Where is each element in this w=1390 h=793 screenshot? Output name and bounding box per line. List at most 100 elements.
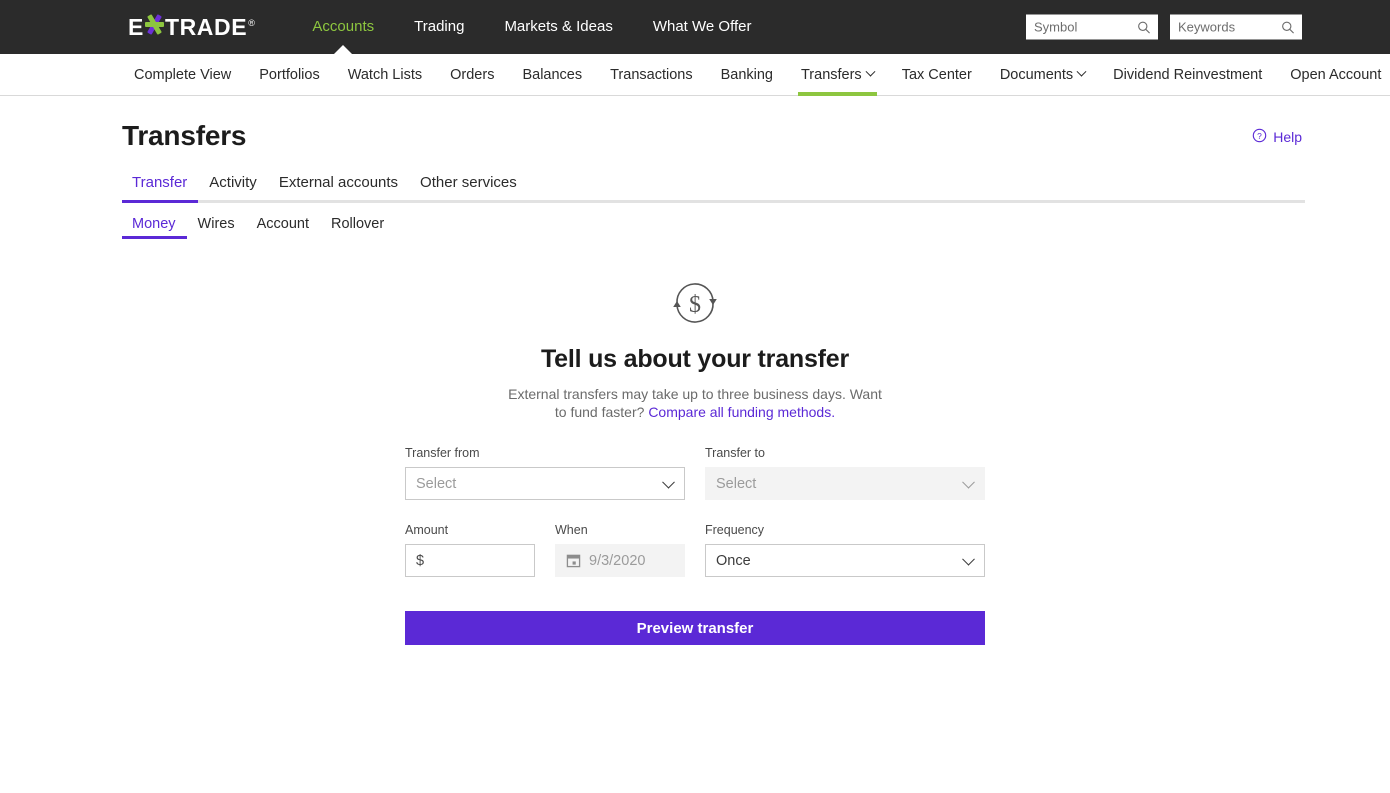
topnav-item-trading[interactable]: Trading	[394, 0, 484, 54]
subnav-label: Transfers	[801, 67, 862, 83]
when-field: When 9/3/2020	[555, 523, 685, 577]
subnav-item-balances[interactable]: Balances	[508, 54, 596, 95]
subnav-label: Portfolios	[259, 67, 319, 83]
transfer-from-field: Transfer from Select	[405, 446, 685, 500]
help-link[interactable]: ? Help	[1252, 128, 1302, 146]
subnav-item-watch-lists[interactable]: Watch Lists	[334, 54, 436, 95]
subnav-item-banking[interactable]: Banking	[707, 54, 787, 95]
page-header: Transfers ? Help	[0, 120, 1390, 152]
keywords-search-input[interactable]	[1170, 15, 1302, 40]
page-title: Transfers	[122, 120, 246, 152]
when-value: 9/3/2020	[589, 553, 645, 569]
svg-text:?: ?	[1257, 131, 1262, 141]
frequency-field: Frequency Once	[705, 523, 985, 577]
dollar-prefix: $	[416, 553, 424, 569]
transfer-form: $ Tell us about your transfer External t…	[405, 239, 985, 645]
secondary-tab-row: Money Wires Account Rollover	[122, 216, 1390, 239]
subnav-label: Balances	[522, 67, 582, 83]
form-row-details: Amount $ When	[405, 523, 985, 577]
amount-field: Amount $	[405, 523, 535, 577]
topnav-label: Markets & Ideas	[504, 18, 612, 35]
primary-navigation: Accounts Trading Markets & Ideas What We…	[292, 0, 771, 54]
symbol-search-input[interactable]	[1026, 15, 1158, 40]
subnav-label: Dividend Reinvestment	[1113, 67, 1262, 83]
subnav-item-documents[interactable]: Documents	[986, 54, 1099, 95]
subnav-label: Complete View	[134, 67, 231, 83]
tab-other-services[interactable]: Other services	[409, 174, 528, 200]
topnav-item-markets-ideas[interactable]: Markets & Ideas	[484, 0, 632, 54]
subnav-label: Transactions	[610, 67, 692, 83]
when-date-input[interactable]: 9/3/2020	[555, 544, 685, 577]
topnav-label: What We Offer	[653, 18, 752, 35]
transfer-from-value: Select	[416, 476, 456, 492]
help-label: Help	[1273, 129, 1302, 145]
logo-text-left: E	[128, 14, 144, 41]
tab-label: Other services	[420, 174, 517, 191]
amount-input[interactable]: $	[405, 544, 535, 577]
amount-label: Amount	[405, 523, 535, 537]
tab-label: Rollover	[331, 216, 384, 232]
global-header: ETRADE® Accounts Trading Markets & Ideas…	[0, 0, 1390, 54]
compare-funding-methods-link[interactable]: Compare all funding methods.	[648, 404, 835, 420]
tab-label: Money	[132, 216, 176, 232]
transfer-to-field: Transfer to Select	[705, 446, 985, 500]
tab-rollover[interactable]: Rollover	[320, 216, 395, 239]
svg-text:$: $	[689, 292, 701, 318]
topnav-label: Accounts	[312, 18, 374, 35]
chevron-down-icon	[962, 552, 975, 565]
topnav-item-accounts[interactable]: Accounts	[292, 0, 394, 54]
keywords-search-box[interactable]	[1170, 15, 1302, 40]
subnav-item-orders[interactable]: Orders	[436, 54, 508, 95]
transfers-page: ETRADE® Accounts Trading Markets & Ideas…	[0, 0, 1390, 793]
header-search-group	[1026, 15, 1302, 40]
transfers-tabs: Transfer Activity External accounts Othe…	[0, 174, 1390, 239]
tab-money[interactable]: Money	[122, 216, 187, 239]
when-label: When	[555, 523, 685, 537]
tab-activity[interactable]: Activity	[198, 174, 268, 200]
subnav-label: Open Account	[1290, 67, 1381, 83]
subnav-item-complete-view[interactable]: Complete View	[128, 54, 245, 95]
form-heading: Tell us about your transfer	[405, 345, 985, 374]
tab-transfer[interactable]: Transfer	[122, 174, 198, 200]
tab-account[interactable]: Account	[246, 216, 320, 239]
tab-label: Wires	[198, 216, 235, 232]
transfer-from-select[interactable]: Select	[405, 467, 685, 500]
asterisk-logo-icon	[145, 14, 164, 35]
transfer-to-label: Transfer to	[705, 446, 985, 460]
form-fields: Transfer from Select Transfer to Select	[405, 446, 985, 577]
transfer-to-value: Select	[716, 476, 756, 492]
primary-tab-row: Transfer Activity External accounts Othe…	[122, 174, 1305, 203]
tab-label: Account	[257, 216, 309, 232]
subnav-label: Orders	[450, 67, 494, 83]
tab-external-accounts[interactable]: External accounts	[268, 174, 409, 200]
subnav-label: Banking	[721, 67, 773, 83]
topnav-label: Trading	[414, 18, 464, 35]
subnav-item-portfolios[interactable]: Portfolios	[245, 54, 333, 95]
subnav-item-dividend-reinvestment[interactable]: Dividend Reinvestment	[1099, 54, 1276, 95]
symbol-search-box[interactable]	[1026, 15, 1158, 40]
subnav-label: Watch Lists	[348, 67, 422, 83]
preview-transfer-button[interactable]: Preview transfer	[405, 611, 985, 645]
subnav-item-tax-center[interactable]: Tax Center	[888, 54, 986, 95]
tab-wires[interactable]: Wires	[187, 216, 246, 239]
subnav-label: Tax Center	[902, 67, 972, 83]
subnav-item-transfers[interactable]: Transfers	[787, 54, 888, 95]
secondary-navigation: Complete View Portfolios Watch Lists Ord…	[0, 54, 1390, 96]
subnav-item-open-account[interactable]: Open Account	[1276, 54, 1390, 95]
tab-label: Transfer	[132, 174, 187, 191]
transfer-dollar-circle-icon: $	[405, 275, 985, 331]
transfer-to-select[interactable]: Select	[705, 467, 985, 500]
tab-label: Activity	[209, 174, 257, 191]
chevron-down-icon	[662, 475, 675, 488]
topnav-item-what-we-offer[interactable]: What We Offer	[633, 0, 772, 54]
frequency-select[interactable]: Once	[705, 544, 985, 577]
tab-label: External accounts	[279, 174, 398, 191]
etrade-logo[interactable]: ETRADE®	[128, 14, 254, 41]
frequency-label: Frequency	[705, 523, 985, 537]
question-circle-icon: ?	[1252, 128, 1267, 146]
frequency-value: Once	[716, 553, 751, 569]
calendar-icon	[566, 553, 581, 568]
subnav-label: Documents	[1000, 67, 1073, 83]
subnav-item-transactions[interactable]: Transactions	[596, 54, 706, 95]
transfer-from-label: Transfer from	[405, 446, 685, 460]
